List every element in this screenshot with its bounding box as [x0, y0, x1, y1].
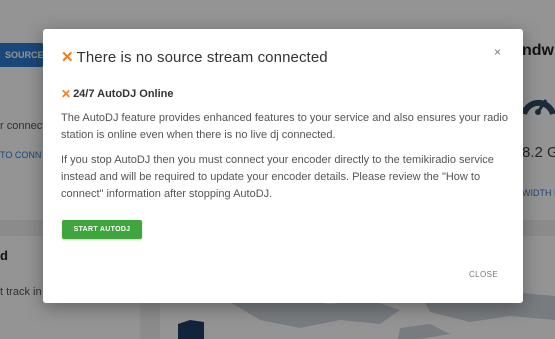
modal-header: ✕ There is no source stream connected — [61, 46, 505, 68]
autodj-description: The AutoDJ feature provides enhanced fea… — [61, 112, 508, 141]
start-autodj-button[interactable]: START AUTODJ — [62, 220, 142, 239]
autodj-stop-warning: If you stop AutoDJ then you must connect… — [61, 154, 494, 200]
warning-x-icon: ✕ — [61, 48, 74, 66]
close-icon[interactable]: × — [494, 45, 501, 59]
section-heading: ✕ 24/7 AutoDJ Online — [61, 88, 174, 100]
autodj-x-icon: ✕ — [61, 87, 72, 101]
section-title: 24/7 AutoDJ Online — [73, 88, 174, 100]
close-button[interactable]: CLOSE — [469, 270, 498, 279]
modal-title: There is no source stream connected — [76, 48, 328, 66]
autodj-modal: ✕ There is no source stream connected × … — [43, 29, 523, 303]
